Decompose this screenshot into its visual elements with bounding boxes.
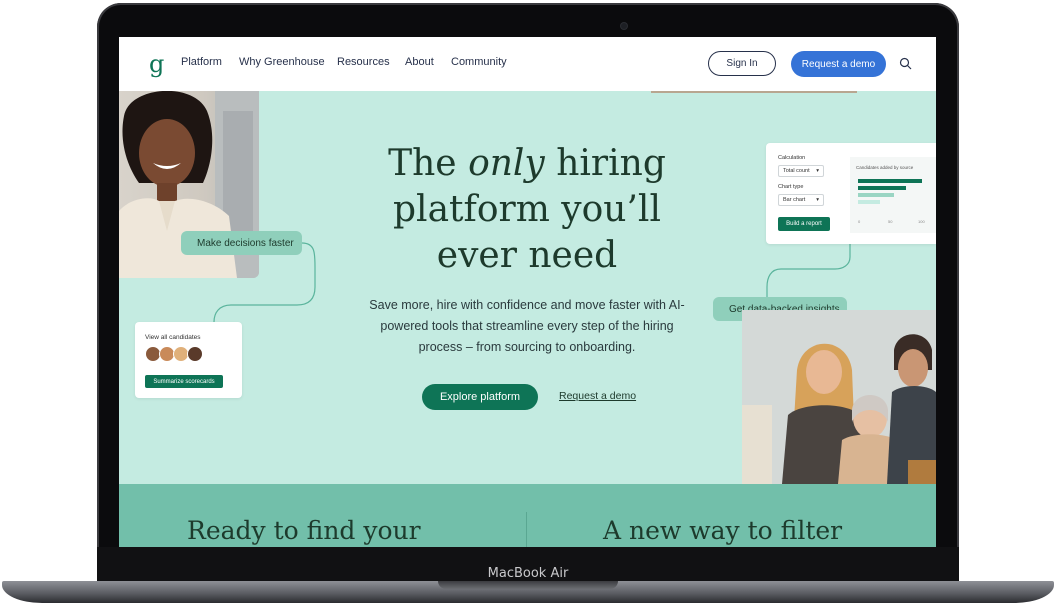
chart-type-select[interactable]: Bar chart ▾ bbox=[778, 194, 824, 206]
make-decisions-label: Make decisions faster bbox=[197, 237, 294, 249]
band-divider bbox=[526, 512, 527, 547]
build-report-button[interactable]: Build a report bbox=[778, 217, 830, 231]
mini-chart-title: Candidates added by source bbox=[856, 165, 914, 170]
avatar[interactable] bbox=[187, 346, 203, 362]
laptop-notch bbox=[438, 581, 618, 589]
mini-axis-tick: 50 bbox=[888, 219, 893, 224]
hero-title-emphasis: only bbox=[468, 143, 545, 184]
hero-title-part: The bbox=[388, 143, 469, 184]
chevron-down-icon: ▾ bbox=[816, 197, 819, 203]
calculation-value: Total count bbox=[783, 168, 810, 174]
chevron-down-icon: ▾ bbox=[816, 168, 819, 174]
candidate-avatars bbox=[145, 346, 203, 362]
mini-chart-bar bbox=[858, 186, 906, 190]
make-decisions-pill: Make decisions faster bbox=[181, 231, 302, 255]
summarize-scorecards-button[interactable]: Summarize scorecards bbox=[145, 375, 223, 388]
browser-viewport: g Platform Why Greenhouse Resources Abou… bbox=[119, 37, 936, 547]
ready-to-find-heading: Ready to find your bbox=[187, 516, 421, 545]
calculation-label: Calculation bbox=[778, 155, 806, 161]
mini-axis-tick: 100 bbox=[918, 219, 925, 224]
build-report-card: Calculation Total count ▾ Chart type Bar… bbox=[766, 143, 936, 244]
mini-chart-bar bbox=[858, 193, 894, 197]
summarize-scorecards-label: Summarize scorecards bbox=[153, 378, 215, 385]
new-way-to-filter-heading: A new way to filter bbox=[603, 516, 843, 545]
mini-axis-tick: 0 bbox=[858, 219, 861, 224]
explore-platform-button[interactable]: Explore platform bbox=[422, 384, 538, 410]
chart-type-value: Bar chart bbox=[783, 197, 806, 203]
request-demo-link[interactable]: Request a demo bbox=[559, 390, 636, 402]
mini-chart-bar bbox=[858, 179, 922, 183]
hero-subtitle: Save more, hire with confidence and move… bbox=[369, 298, 685, 354]
device-label: MacBook Air bbox=[487, 566, 569, 581]
feature-band: Ready to find your A new way to filter bbox=[119, 484, 936, 547]
chart-type-label: Chart type bbox=[778, 184, 804, 190]
camera-icon bbox=[621, 23, 627, 29]
calculation-select[interactable]: Total count ▾ bbox=[778, 165, 824, 177]
mini-bar-chart: Candidates added by source 0 50 100 bbox=[850, 157, 936, 233]
hero-title: The only hiring platform you’ll ever nee… bbox=[355, 141, 699, 279]
view-candidates-title[interactable]: View all candidates bbox=[145, 334, 201, 341]
team-meeting-photo bbox=[742, 310, 936, 484]
mini-chart-bar bbox=[858, 200, 880, 204]
view-candidates-card: View all candidates Summarize scorecards bbox=[135, 322, 242, 398]
laptop-chin: MacBook Air bbox=[97, 547, 959, 583]
